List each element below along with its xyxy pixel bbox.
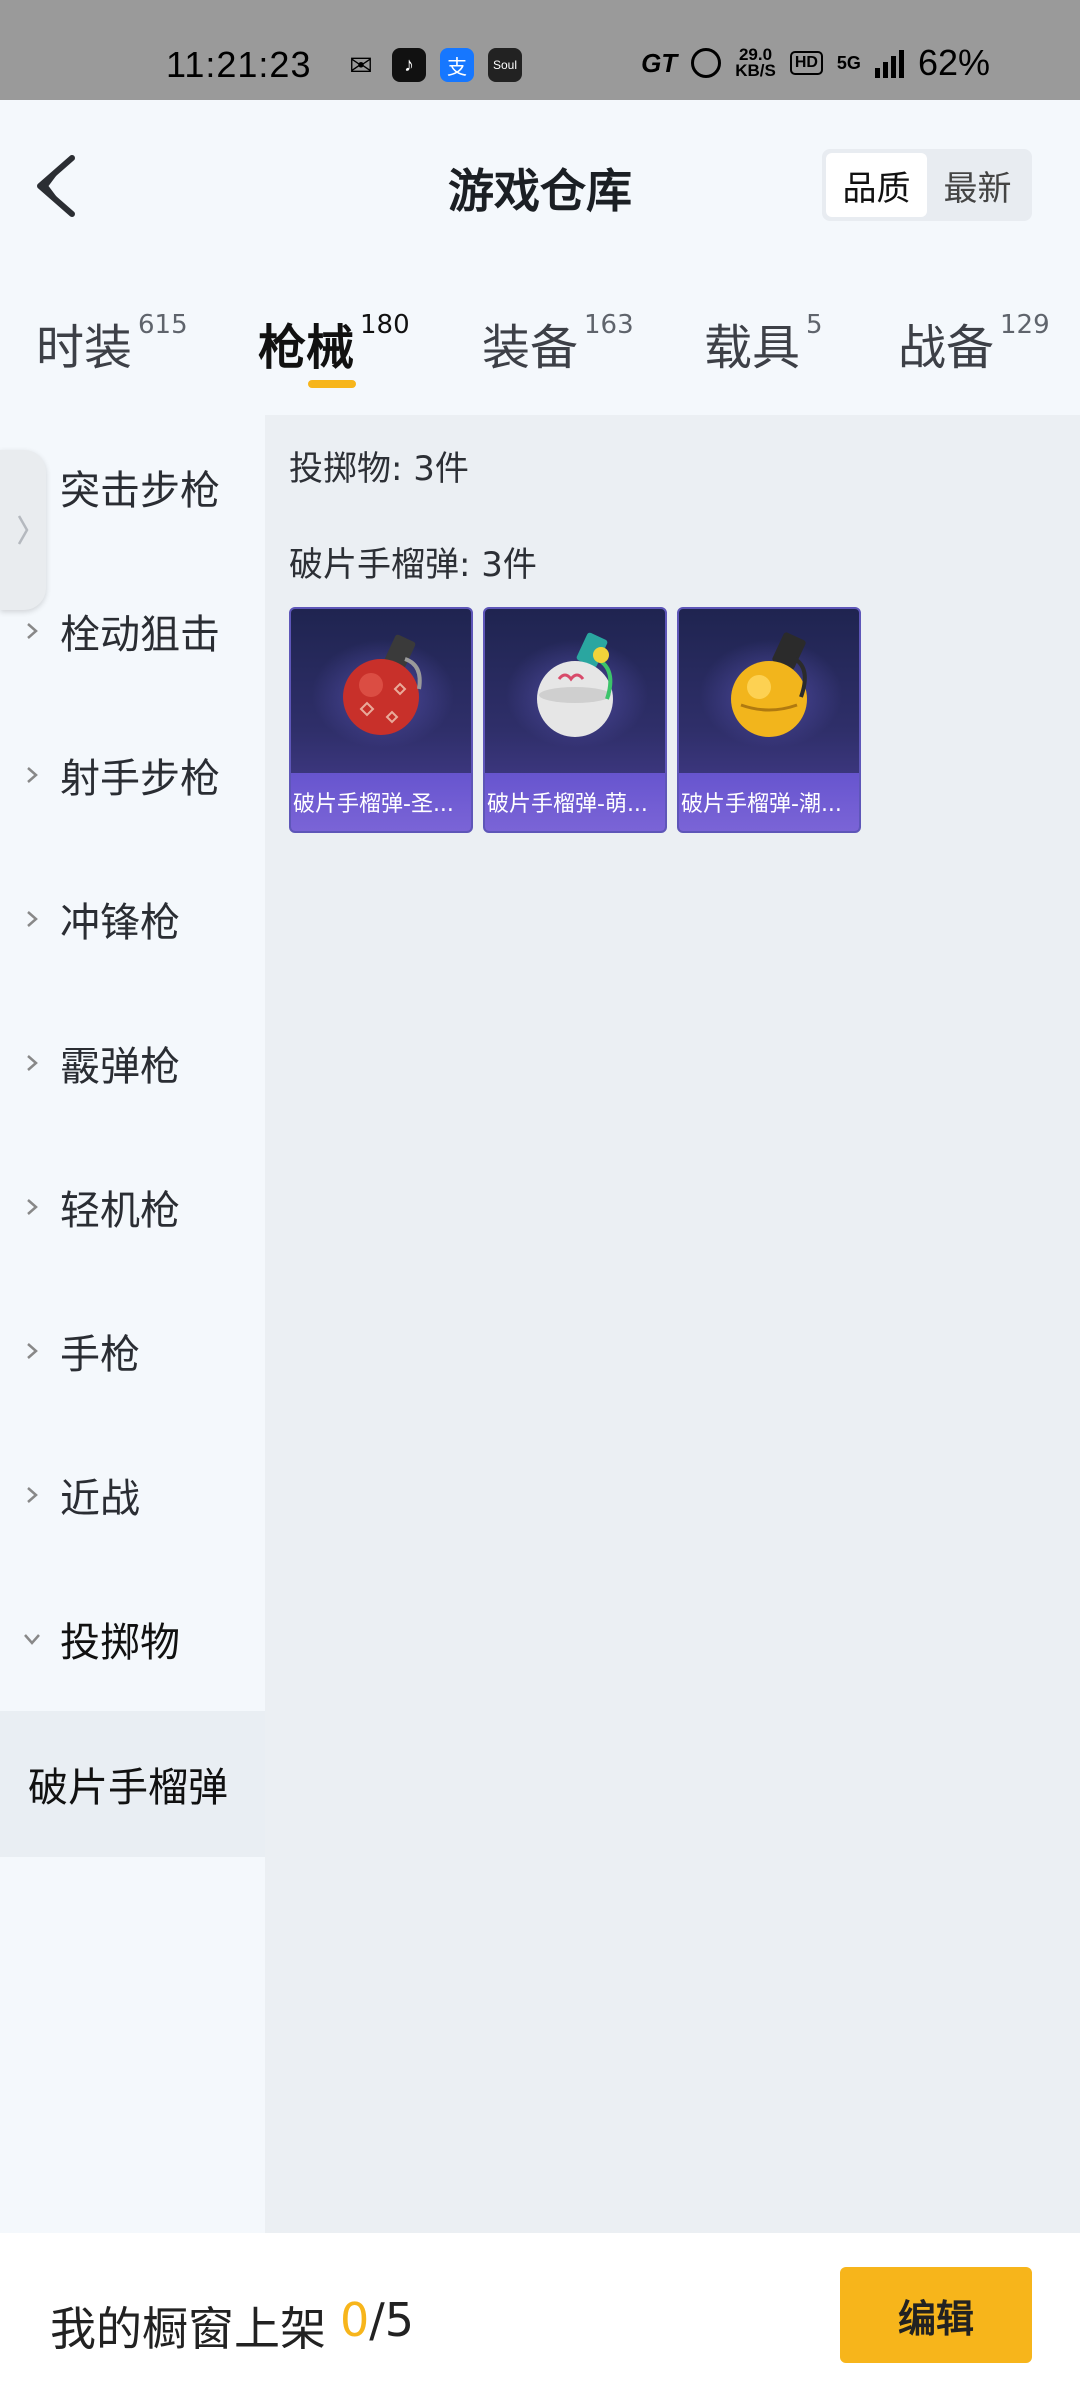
- net-speed: 29.0 KB/S: [735, 46, 776, 80]
- tab-count: 615: [138, 310, 188, 340]
- tab-label: 时装: [36, 320, 133, 376]
- tab-count: 129: [1000, 310, 1050, 340]
- sidebar-item-label: 冲锋枪: [60, 900, 180, 946]
- hd-icon: HD: [789, 51, 823, 75]
- tab-label: 装备: [482, 320, 579, 376]
- showcase-status: 我的橱窗上架 0 /5: [50, 2293, 414, 2359]
- sidebar-item-shotgun[interactable]: 霰弹枪: [0, 991, 265, 1135]
- tab-fashion[interactable]: 时装 615: [36, 308, 188, 378]
- drawer-handle[interactable]: [0, 450, 46, 610]
- tab-label: 载具: [704, 320, 801, 376]
- status-time: 11:21:23: [166, 44, 312, 85]
- chevron-right-icon: [27, 767, 38, 783]
- sidebar-item-label: 射手步枪: [60, 756, 220, 802]
- sidebar-item-smg[interactable]: 冲锋枪: [0, 847, 265, 991]
- sidebar-item-marksman-rifle[interactable]: 射手步枪: [0, 703, 265, 847]
- item-name: 破片手榴弹-萌...: [487, 792, 648, 817]
- tab-equipment[interactable]: 装备 163: [482, 308, 634, 378]
- item-name: 破片手榴弹-潮...: [681, 792, 842, 817]
- showcase-total-count: /5: [369, 2293, 415, 2347]
- soul-icon: Soul: [488, 48, 522, 82]
- signal-icon: [874, 48, 904, 78]
- battery-level: 62%: [917, 42, 990, 83]
- back-button[interactable]: [28, 150, 88, 220]
- back-arrow-icon: [37, 155, 75, 217]
- item-card[interactable]: 破片手榴弹-圣...: [289, 607, 473, 833]
- chevron-right-icon: [17, 515, 29, 545]
- alarm-icon: [691, 48, 722, 78]
- net-speed-unit: KB/S: [735, 61, 776, 80]
- sidebar-item-lmg[interactable]: 轻机枪: [0, 1135, 265, 1279]
- chevron-right-icon: [27, 1487, 38, 1503]
- sidebar-item-melee[interactable]: 近战: [0, 1423, 265, 1567]
- chevron-right-icon: [27, 623, 38, 639]
- network-type: 5G: [836, 52, 861, 73]
- tab-firearms[interactable]: 枪械 180: [258, 308, 410, 378]
- alipay-icon: 支: [440, 48, 474, 82]
- sidebar-item-label: 轻机枪: [60, 1188, 180, 1234]
- sidebar-item-label: 近战: [60, 1476, 140, 1522]
- active-tab-indicator: [308, 380, 356, 388]
- showcase-label: 我的橱窗上架: [50, 2302, 326, 2356]
- grenade-yellow-icon: [731, 632, 807, 737]
- category-tabs: 时装 615 枪械 180 装备 163 载具 5 战备 129: [0, 300, 1080, 410]
- sort-toggle: 品质 最新: [822, 149, 1032, 221]
- grenade-white-icon: [537, 632, 613, 737]
- chevron-right-icon: [27, 1055, 38, 1071]
- edit-button[interactable]: 编辑: [840, 2267, 1032, 2363]
- tab-count: 180: [360, 310, 410, 340]
- sort-newest-button[interactable]: 最新: [927, 153, 1028, 217]
- tab-count: 163: [584, 310, 634, 340]
- grenade-red-icon: [343, 634, 422, 735]
- sidebar-item-throwables[interactable]: 投掷物: [0, 1567, 265, 1711]
- item-card[interactable]: 破片手榴弹-潮...: [677, 607, 861, 833]
- status-indicators: GT 29.0 KB/S HD 5G 62%: [641, 42, 990, 84]
- status-app-icons: ✉ ♪ 支 Soul: [344, 48, 522, 82]
- sort-quality-button[interactable]: 品质: [826, 153, 927, 217]
- category-summary: 投掷物: 3件: [289, 449, 469, 489]
- tab-tactical[interactable]: 战备 129: [898, 308, 1050, 378]
- wechat-icon: ✉: [349, 49, 373, 81]
- tab-label: 枪械: [258, 320, 355, 376]
- tab-label: 战备: [898, 320, 995, 376]
- tab-count: 5: [806, 310, 823, 340]
- gt-mode-icon: GT: [641, 47, 678, 78]
- item-content-panel: 投掷物: 3件 破片手榴弹: 3件 破片手榴弹-圣... 破片手榴弹-萌... …: [265, 415, 1080, 2233]
- status-bar: 11:21:23 ✉ ♪ 支 Soul GT 29.0 KB/S HD 5G 6…: [0, 0, 1080, 100]
- subcategory-summary: 破片手榴弹: 3件: [289, 545, 537, 585]
- chevron-right-icon: [27, 1343, 38, 1359]
- sidebar-subitem-frag-grenade[interactable]: 破片手榴弹: [0, 1711, 265, 1857]
- sidebar-item-label: 手枪: [60, 1332, 140, 1378]
- sidebar-subitem-label: 破片手榴弹: [28, 1765, 228, 1811]
- sidebar-item-label: 霰弹枪: [60, 1044, 180, 1090]
- sidebar-item-label: 栓动狙击: [60, 612, 220, 658]
- sidebar-item-pistol[interactable]: 手枪: [0, 1279, 265, 1423]
- bottom-bar: 我的橱窗上架 0 /5 编辑: [0, 2233, 1080, 2400]
- item-grid: 破片手榴弹-圣... 破片手榴弹-萌... 破片手榴弹-潮...: [289, 607, 861, 833]
- item-name: 破片手榴弹-圣...: [293, 792, 454, 817]
- showcase-current-count: 0: [340, 2293, 370, 2347]
- tab-vehicles[interactable]: 载具 5: [704, 308, 823, 378]
- douyin-icon: ♪: [392, 48, 426, 82]
- sidebar-item-label: 突击步枪: [60, 468, 220, 514]
- item-card[interactable]: 破片手榴弹-萌...: [483, 607, 667, 833]
- chevron-right-icon: [27, 911, 38, 927]
- category-sidebar: 突击步枪 栓动狙击 射手步枪 冲锋枪 霰弹枪 轻机枪 手枪 近战 投掷物 破片手…: [0, 415, 265, 2233]
- chevron-down-icon: [24, 1634, 40, 1645]
- sidebar-item-label: 投掷物: [60, 1620, 180, 1666]
- chevron-right-icon: [27, 1199, 38, 1215]
